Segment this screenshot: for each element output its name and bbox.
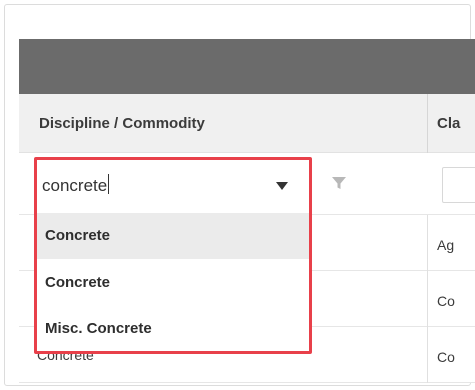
column-divider <box>427 94 428 153</box>
cell-divider <box>427 215 428 271</box>
class-cell: Co <box>437 293 455 309</box>
grid-toolbar-bar <box>19 39 475 94</box>
class-cell: Co <box>437 349 455 365</box>
highlight-callout-box <box>34 157 312 354</box>
cell-divider <box>427 327 428 383</box>
column-header-class[interactable]: Cla <box>437 94 475 153</box>
funnel-icon[interactable] <box>331 175 347 191</box>
class-filter-input[interactable] <box>442 167 475 203</box>
column-header-discipline-commodity[interactable]: Discipline / Commodity <box>39 94 205 153</box>
class-cell: Ag <box>437 237 455 253</box>
cell-divider <box>427 271 428 327</box>
grid-header-row: Discipline / Commodity Cla <box>19 94 475 153</box>
